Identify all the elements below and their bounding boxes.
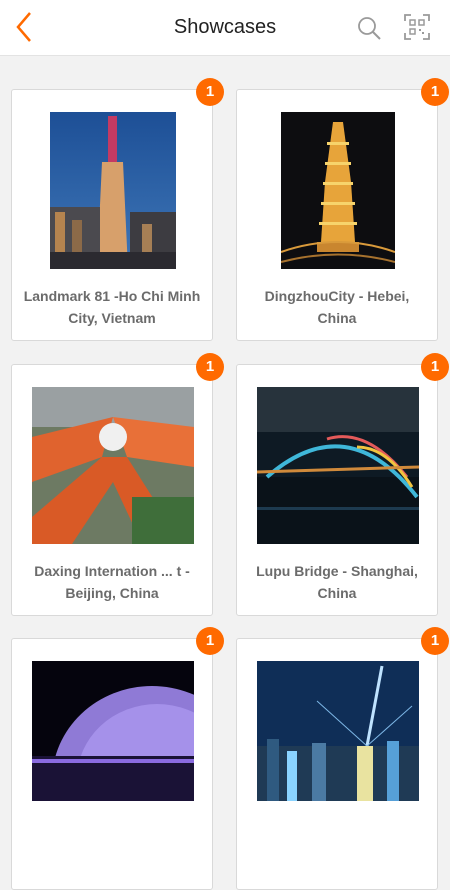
count-badge: 1 xyxy=(421,353,449,381)
showcase-card-daxing-airport[interactable]: Daxing Internation ... t - Beijing, Chin… xyxy=(11,364,213,616)
count-badge: 1 xyxy=(196,78,224,106)
count-badge: 1 xyxy=(421,627,449,655)
count-badge: 1 xyxy=(421,78,449,106)
showcase-card-dingzhou[interactable]: DingzhouCity - Hebei, China xyxy=(236,89,438,341)
showcase-title: Landmark 81 -Ho Chi Minh City, Vietnam xyxy=(23,288,201,326)
showcase-card-5[interactable] xyxy=(11,638,213,890)
qr-scan-icon xyxy=(404,14,430,40)
showcase-card-lupu-bridge[interactable]: Lupu Bridge - Shanghai, China xyxy=(236,364,438,616)
showcase-title: Daxing Internation ... t - Beijing, Chin… xyxy=(34,563,190,601)
showcase-image xyxy=(32,387,194,544)
showcase-image xyxy=(50,112,176,269)
search-icon xyxy=(358,17,381,40)
showcase-title: DingzhouCity - Hebei, China xyxy=(264,288,410,326)
showcase-card-6[interactable] xyxy=(236,638,438,890)
count-badge: 1 xyxy=(196,627,224,655)
search-button[interactable] xyxy=(355,14,383,42)
showcase-card-landmark-81[interactable]: Landmark 81 -Ho Chi Minh City, Vietnam xyxy=(11,89,213,341)
showcase-image xyxy=(281,112,395,269)
showcase-title: Lupu Bridge - Shanghai, China xyxy=(256,563,418,601)
top-bar: Showcases xyxy=(0,0,450,56)
count-badge: 1 xyxy=(196,353,224,381)
showcase-image xyxy=(32,661,194,801)
showcase-image xyxy=(257,661,419,801)
scan-button[interactable] xyxy=(403,13,431,41)
showcase-image xyxy=(257,387,419,544)
